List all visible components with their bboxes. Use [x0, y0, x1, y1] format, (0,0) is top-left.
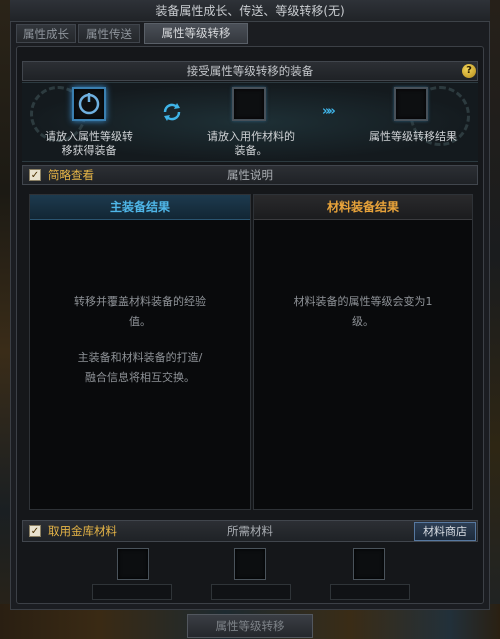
material-equipment-slot[interactable] [232, 87, 266, 121]
swap-arrows-icon [160, 100, 184, 124]
material-count-1 [92, 584, 172, 600]
description-header: 属性说明 [227, 168, 273, 182]
use-vault-label[interactable]: 取用金库材料 [48, 523, 117, 539]
tab-attribute-growth[interactable]: 属性成长 [16, 24, 76, 43]
material-slot-3[interactable] [353, 548, 385, 580]
forward-arrows-icon: »» [322, 104, 336, 119]
main-result-text-line4: 融合信息将相互交换。 [85, 371, 195, 384]
material-shop-button[interactable]: 材料商店 [414, 522, 476, 541]
result-slot-caption: 属性等级转移结果 [354, 130, 472, 144]
material-slot-caption-line1: 请放入用作材料的 [207, 130, 295, 143]
main-result-text-line1: 转移并覆盖材料装备的经验 [74, 295, 206, 308]
material-result-text-line2: 级。 [352, 315, 374, 328]
target-slot-caption-line2: 移获得装备 [61, 144, 117, 157]
window-title[interactable]: 装备属性成长、传送、等级转移(无) [10, 0, 490, 22]
simple-view-label[interactable]: 简略查看 [48, 167, 94, 183]
result-slot-caption-line1: 属性等级转移结果 [369, 130, 457, 143]
material-result-text-line1: 材料装备的属性等级会变为1 [293, 295, 433, 308]
material-slot-caption-line2: 装备。 [234, 144, 268, 157]
target-equipment-slot[interactable] [72, 87, 106, 121]
materials-header: 所需材料 [227, 524, 273, 538]
main-result-header: 主装备结果 [30, 195, 250, 220]
material-slot-2[interactable] [234, 548, 266, 580]
main-result-column: 主装备结果 转移并覆盖材料装备的经验 值。 主装备和材料装备的打造/ 融合信息将… [29, 194, 251, 510]
material-result-text: 材料装备的属性等级会变为1 级。 [254, 292, 472, 332]
result-equipment-slot[interactable] [394, 87, 428, 121]
material-slot-caption: 请放入用作材料的 装备。 [192, 130, 310, 158]
target-slot-caption: 请放入属性等级转 移获得装备 [30, 130, 148, 158]
material-count-2 [211, 584, 291, 600]
main-result-text-line2: 值。 [129, 315, 151, 328]
material-result-column: 材料装备结果 材料装备的属性等级会变为1 级。 [253, 194, 473, 510]
attribute-level-transfer-button[interactable]: 属性等级转移 [187, 614, 313, 638]
main-result-text: 转移并覆盖材料装备的经验 值。 主装备和材料装备的打造/ 融合信息将相互交换。 [30, 292, 250, 388]
material-slot-1[interactable] [117, 548, 149, 580]
target-slot-caption-line1: 请放入属性等级转 [45, 130, 133, 143]
material-count-3 [330, 584, 410, 600]
simple-view-checkbox[interactable]: ✓ [29, 169, 41, 181]
power-icon [78, 93, 100, 115]
tab-attribute-transfer[interactable]: 属性传送 [78, 24, 140, 43]
material-result-header: 材料装备结果 [254, 195, 472, 220]
use-vault-checkbox[interactable]: ✓ [29, 525, 41, 537]
main-result-text-line3: 主装备和材料装备的打造/ [77, 351, 203, 364]
transfer-header: 接受属性等级转移的装备 [22, 61, 478, 81]
help-icon[interactable]: ? [462, 64, 476, 78]
tab-attribute-level-transfer[interactable]: 属性等级转移 [144, 23, 248, 44]
transfer-header-label: 接受属性等级转移的装备 [186, 64, 314, 78]
